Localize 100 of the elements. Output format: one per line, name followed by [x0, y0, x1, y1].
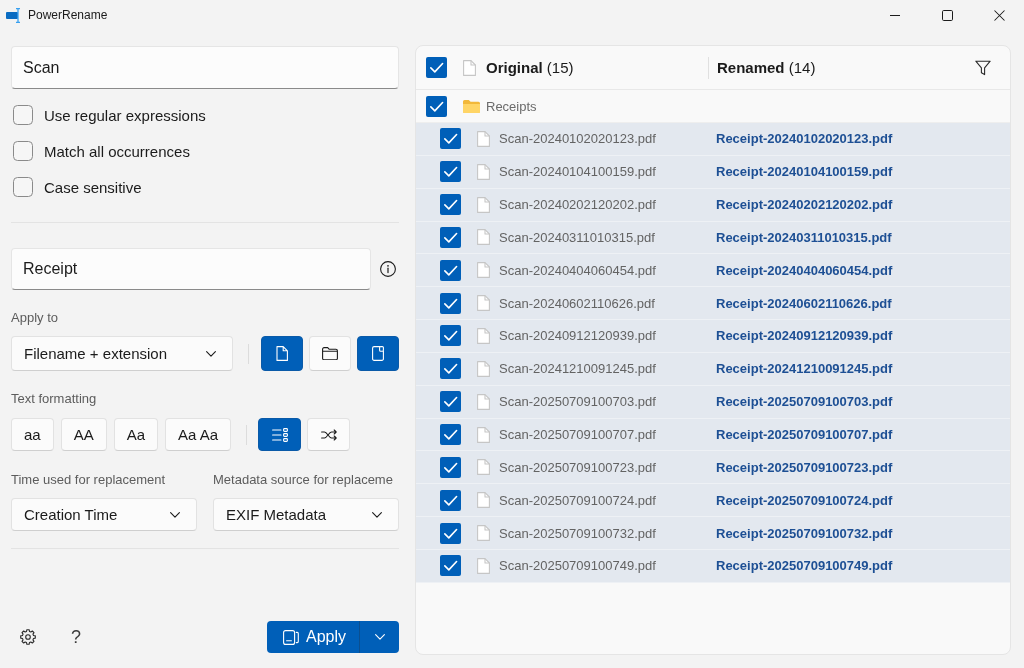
toggle-button[interactable] [261, 336, 303, 371]
dropdown[interactable]: Creation Time [11, 498, 197, 531]
new-file-name: Receipt-20250709100703.pdf [716, 394, 893, 410]
new-file-name: Receipt-20250709100724.pdf [716, 492, 893, 508]
new-file-name: Receipt-20241210091245.pdf [716, 361, 893, 377]
case-button[interactable]: Aa [113, 418, 159, 451]
file-row[interactable]: Scan-20250709100732.pdf Receipt-20250709100732.pdf [416, 517, 1010, 550]
new-file-name: Receipt-20240912120939.pdf [716, 328, 893, 344]
checkbox[interactable] [440, 226, 461, 248]
checkbox[interactable] [440, 194, 461, 216]
file-name: Scan-20241210091245.pdf [499, 361, 656, 377]
file-icon [477, 557, 490, 574]
file-name: Scan-20240602110626.pdf [499, 295, 655, 311]
checkbox[interactable] [426, 95, 447, 117]
dropdown[interactable]: EXIF Metadata [213, 498, 399, 531]
file-row[interactable]: Scan-20240202120202.pdf Receipt-20240202120202.pdf [416, 188, 1010, 222]
file-row[interactable]: Scan-20250709100749.pdf Receipt-20250709100749.pdf [416, 549, 1010, 583]
file-icon [276, 346, 288, 361]
checkbox[interactable] [440, 358, 461, 380]
dropdown[interactable]: Filename + extension [11, 336, 233, 371]
file-name: Scan-20240102020123.pdf [499, 131, 656, 147]
file-row[interactable]: Scan-20240104100159.pdf Receipt-20240104100159.pdf [416, 155, 1010, 189]
file-row[interactable]: Scan-20250709100724.pdf Receipt-20250709100724.pdf [416, 484, 1010, 518]
settings-icon [20, 629, 36, 645]
checkbox[interactable] [440, 456, 461, 478]
checkbox[interactable] [440, 555, 461, 577]
file-row[interactable]: Scan-20240311010315.pdf Receipt-20240311010315.pdf [416, 221, 1010, 255]
checkbox[interactable] [440, 522, 461, 544]
checkbox[interactable] [440, 128, 461, 150]
folder-icon [463, 99, 480, 113]
file-icon [477, 426, 490, 443]
checkbox[interactable] [440, 424, 461, 445]
file-row[interactable]: Scan-20240912120939.pdf Receipt-20240912120939.pdf [416, 320, 1010, 353]
toggle-button[interactable] [258, 418, 302, 451]
minimize-icon [889, 14, 900, 16]
file-name: Scan-20240311010315.pdf [499, 229, 655, 245]
file-row[interactable]: Scan-20250709100707.pdf Receipt-20250709100707.pdf [416, 418, 1010, 452]
file-icon [477, 130, 490, 147]
file-row[interactable]: Scan-20250709100703.pdf Receipt-20250709100703.pdf [416, 385, 1010, 419]
list-icon [271, 427, 288, 442]
file-icon [477, 163, 490, 180]
checkbox[interactable] [440, 391, 461, 413]
checkbox[interactable] [13, 141, 33, 161]
file-name: Scan-20250709100707.pdf [499, 427, 656, 442]
file-row[interactable]: Scan-20241210091245.pdf Receipt-20241210091245.pdf [416, 352, 1010, 386]
file-name: Scan-20250709100703.pdf [499, 394, 656, 410]
case-button[interactable]: Aa Aa [165, 418, 232, 451]
new-file-name: Receipt-20250709100749.pdf [716, 558, 893, 574]
page-tab-icon [372, 346, 384, 361]
help-button[interactable]: ? [60, 621, 92, 653]
file-row[interactable]: Scan-20240602110626.pdf Receipt-20240602110626.pdf [416, 287, 1010, 321]
case-button[interactable]: aa [11, 418, 54, 451]
column-header: Original (15) [486, 59, 574, 76]
filter-button[interactable] [975, 59, 991, 76]
section-label: Metadata source for replaceme [213, 471, 393, 489]
file-row[interactable]: Scan-20240404060454.pdf Receipt-20240404060454.pdf [416, 254, 1010, 288]
file-row[interactable]: Scan-20250709100723.pdf Receipt-20250709100723.pdf [416, 451, 1010, 485]
checkbox[interactable] [440, 489, 461, 511]
file-name: Scan-20250709100749.pdf [499, 558, 656, 574]
maximize-icon [942, 9, 953, 21]
replace-field[interactable]: Receipt [11, 248, 371, 290]
checkbox[interactable] [440, 259, 461, 281]
option-label: Case sensitive [44, 178, 142, 196]
app-icon [6, 7, 22, 23]
file-icon [477, 295, 490, 312]
search-field[interactable]: Scan [11, 46, 399, 89]
file-icon [477, 328, 490, 344]
frame-icon [283, 629, 299, 645]
checkbox[interactable] [13, 105, 33, 125]
checkbox[interactable] [13, 177, 33, 197]
file-icon [477, 459, 490, 476]
file-name: Scan-20250709100724.pdf [499, 492, 656, 508]
new-file-name: Receipt-20240602110626.pdf [716, 295, 892, 311]
file-row[interactable]: Scan-20240102020123.pdf Receipt-20240102020123.pdf [416, 123, 1010, 156]
file-icon [477, 229, 490, 246]
section-label: Apply to [11, 309, 58, 327]
new-file-name: Receipt-20240102020123.pdf [716, 131, 893, 147]
case-button[interactable]: AA [60, 418, 107, 451]
section-label: Time used for replacement [11, 471, 166, 489]
toggle-button[interactable] [357, 336, 399, 371]
checkbox[interactable] [440, 292, 461, 314]
close-icon [993, 9, 1005, 21]
info-icon [380, 261, 396, 277]
file-name: Scan-20240912120939.pdf [499, 328, 656, 344]
file-icon [477, 492, 490, 509]
checkbox[interactable] [440, 161, 461, 183]
checkbox[interactable] [440, 325, 461, 347]
file-name: Scan-20250709100732.pdf [499, 525, 656, 541]
new-file-name: Receipt-20240311010315.pdf [716, 229, 892, 245]
section-label: Text formatting [11, 390, 97, 408]
chevron-down-icon [170, 511, 180, 518]
apply-button[interactable]: Apply [267, 621, 359, 653]
folder-icon [322, 347, 338, 360]
file-name: Scan-20250709100723.pdf [499, 459, 656, 475]
chevron-down-icon [206, 350, 216, 357]
checkbox[interactable] [426, 57, 447, 78]
chevron-down-icon [372, 511, 382, 518]
file-name: Scan-20240404060454.pdf [499, 262, 656, 278]
chevron-down-icon [374, 634, 385, 640]
folder-name: Receipts [486, 98, 537, 114]
